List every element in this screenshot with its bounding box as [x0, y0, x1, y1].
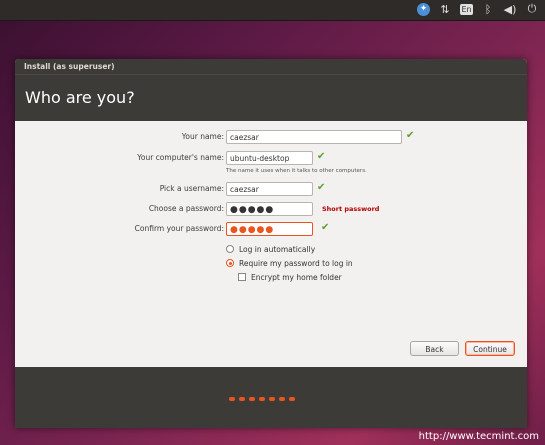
progress-dots	[229, 397, 295, 401]
name-row: Your name: caezsar ✔	[15, 130, 527, 146]
installer-window: Install (as superuser) Who are you? Your…	[15, 59, 527, 428]
name-input[interactable]: caezsar	[226, 130, 402, 144]
progress-dot	[269, 397, 275, 401]
progress-footer	[15, 367, 527, 428]
require-password-option[interactable]: Require my password to log in	[226, 257, 353, 269]
progress-dot	[239, 397, 245, 401]
encrypt-home-option[interactable]: Encrypt my home folder	[238, 271, 342, 283]
confirm-password-input[interactable]: ●●●●●	[226, 222, 313, 236]
progress-dot	[229, 397, 235, 401]
password-label: Choose a password:	[148, 204, 224, 213]
encrypt-home-checkbox[interactable]	[238, 273, 246, 281]
computer-row: Your computer's name: ubuntu-desktop ✔	[15, 151, 527, 167]
progress-dot	[249, 397, 255, 401]
network-icon[interactable]: ⇅	[438, 2, 452, 16]
username-input[interactable]: caezsar	[226, 182, 313, 196]
password-row: Choose a password: ●●●●● Short password	[15, 202, 527, 218]
accessibility-icon[interactable]: ✦	[417, 2, 430, 16]
username-valid-icon: ✔	[317, 182, 326, 193]
login-auto-label: Log in automatically	[239, 244, 316, 254]
encrypt-home-label: Encrypt my home folder	[251, 272, 342, 282]
confirm-row: Confirm your password: ●●●●● ✔	[15, 222, 527, 238]
confirm-label: Confirm your password:	[134, 224, 224, 233]
back-button[interactable]: Back	[410, 341, 459, 356]
require-password-label: Require my password to log in	[239, 258, 353, 268]
require-password-radio[interactable]	[226, 259, 234, 267]
user-form: Your name: caezsar ✔ Your computer's nam…	[15, 121, 527, 371]
username-label: Pick a username:	[159, 184, 224, 193]
computer-name-input[interactable]: ubuntu-desktop	[226, 151, 313, 165]
password-input[interactable]: ●●●●●	[226, 202, 313, 216]
computer-label: Your computer's name:	[137, 153, 224, 162]
computer-valid-icon: ✔	[317, 151, 326, 162]
keyboard-layout-indicator[interactable]: En	[460, 3, 473, 15]
continue-button[interactable]: Continue	[465, 341, 515, 356]
window-title: Install (as superuser)	[15, 59, 527, 74]
login-auto-option[interactable]: Log in automatically	[226, 243, 315, 255]
confirm-valid-icon: ✔	[321, 222, 330, 233]
login-auto-radio[interactable]	[226, 245, 234, 253]
power-icon[interactable]: ⏻	[525, 2, 539, 16]
name-valid-icon: ✔	[406, 130, 415, 141]
progress-dot	[259, 397, 265, 401]
password-warning: Short password	[322, 205, 380, 213]
name-label: Your name:	[181, 132, 224, 141]
bluetooth-icon[interactable]: ᛒ	[481, 2, 495, 16]
computer-hint: The name it uses when it talks to other …	[226, 168, 367, 174]
system-tray: ✦ ⇅ En ᛒ ◀) ⏻	[417, 2, 539, 16]
progress-dot	[279, 397, 285, 401]
volume-icon[interactable]: ◀)	[503, 2, 517, 16]
page-heading: Who are you?	[15, 74, 527, 121]
watermark: http://www.tecmint.com	[418, 431, 539, 442]
top-panel: ✦ ⇅ En ᛒ ◀) ⏻	[0, 0, 545, 21]
username-row: Pick a username: caezsar ✔	[15, 182, 527, 198]
progress-dot	[289, 397, 295, 401]
